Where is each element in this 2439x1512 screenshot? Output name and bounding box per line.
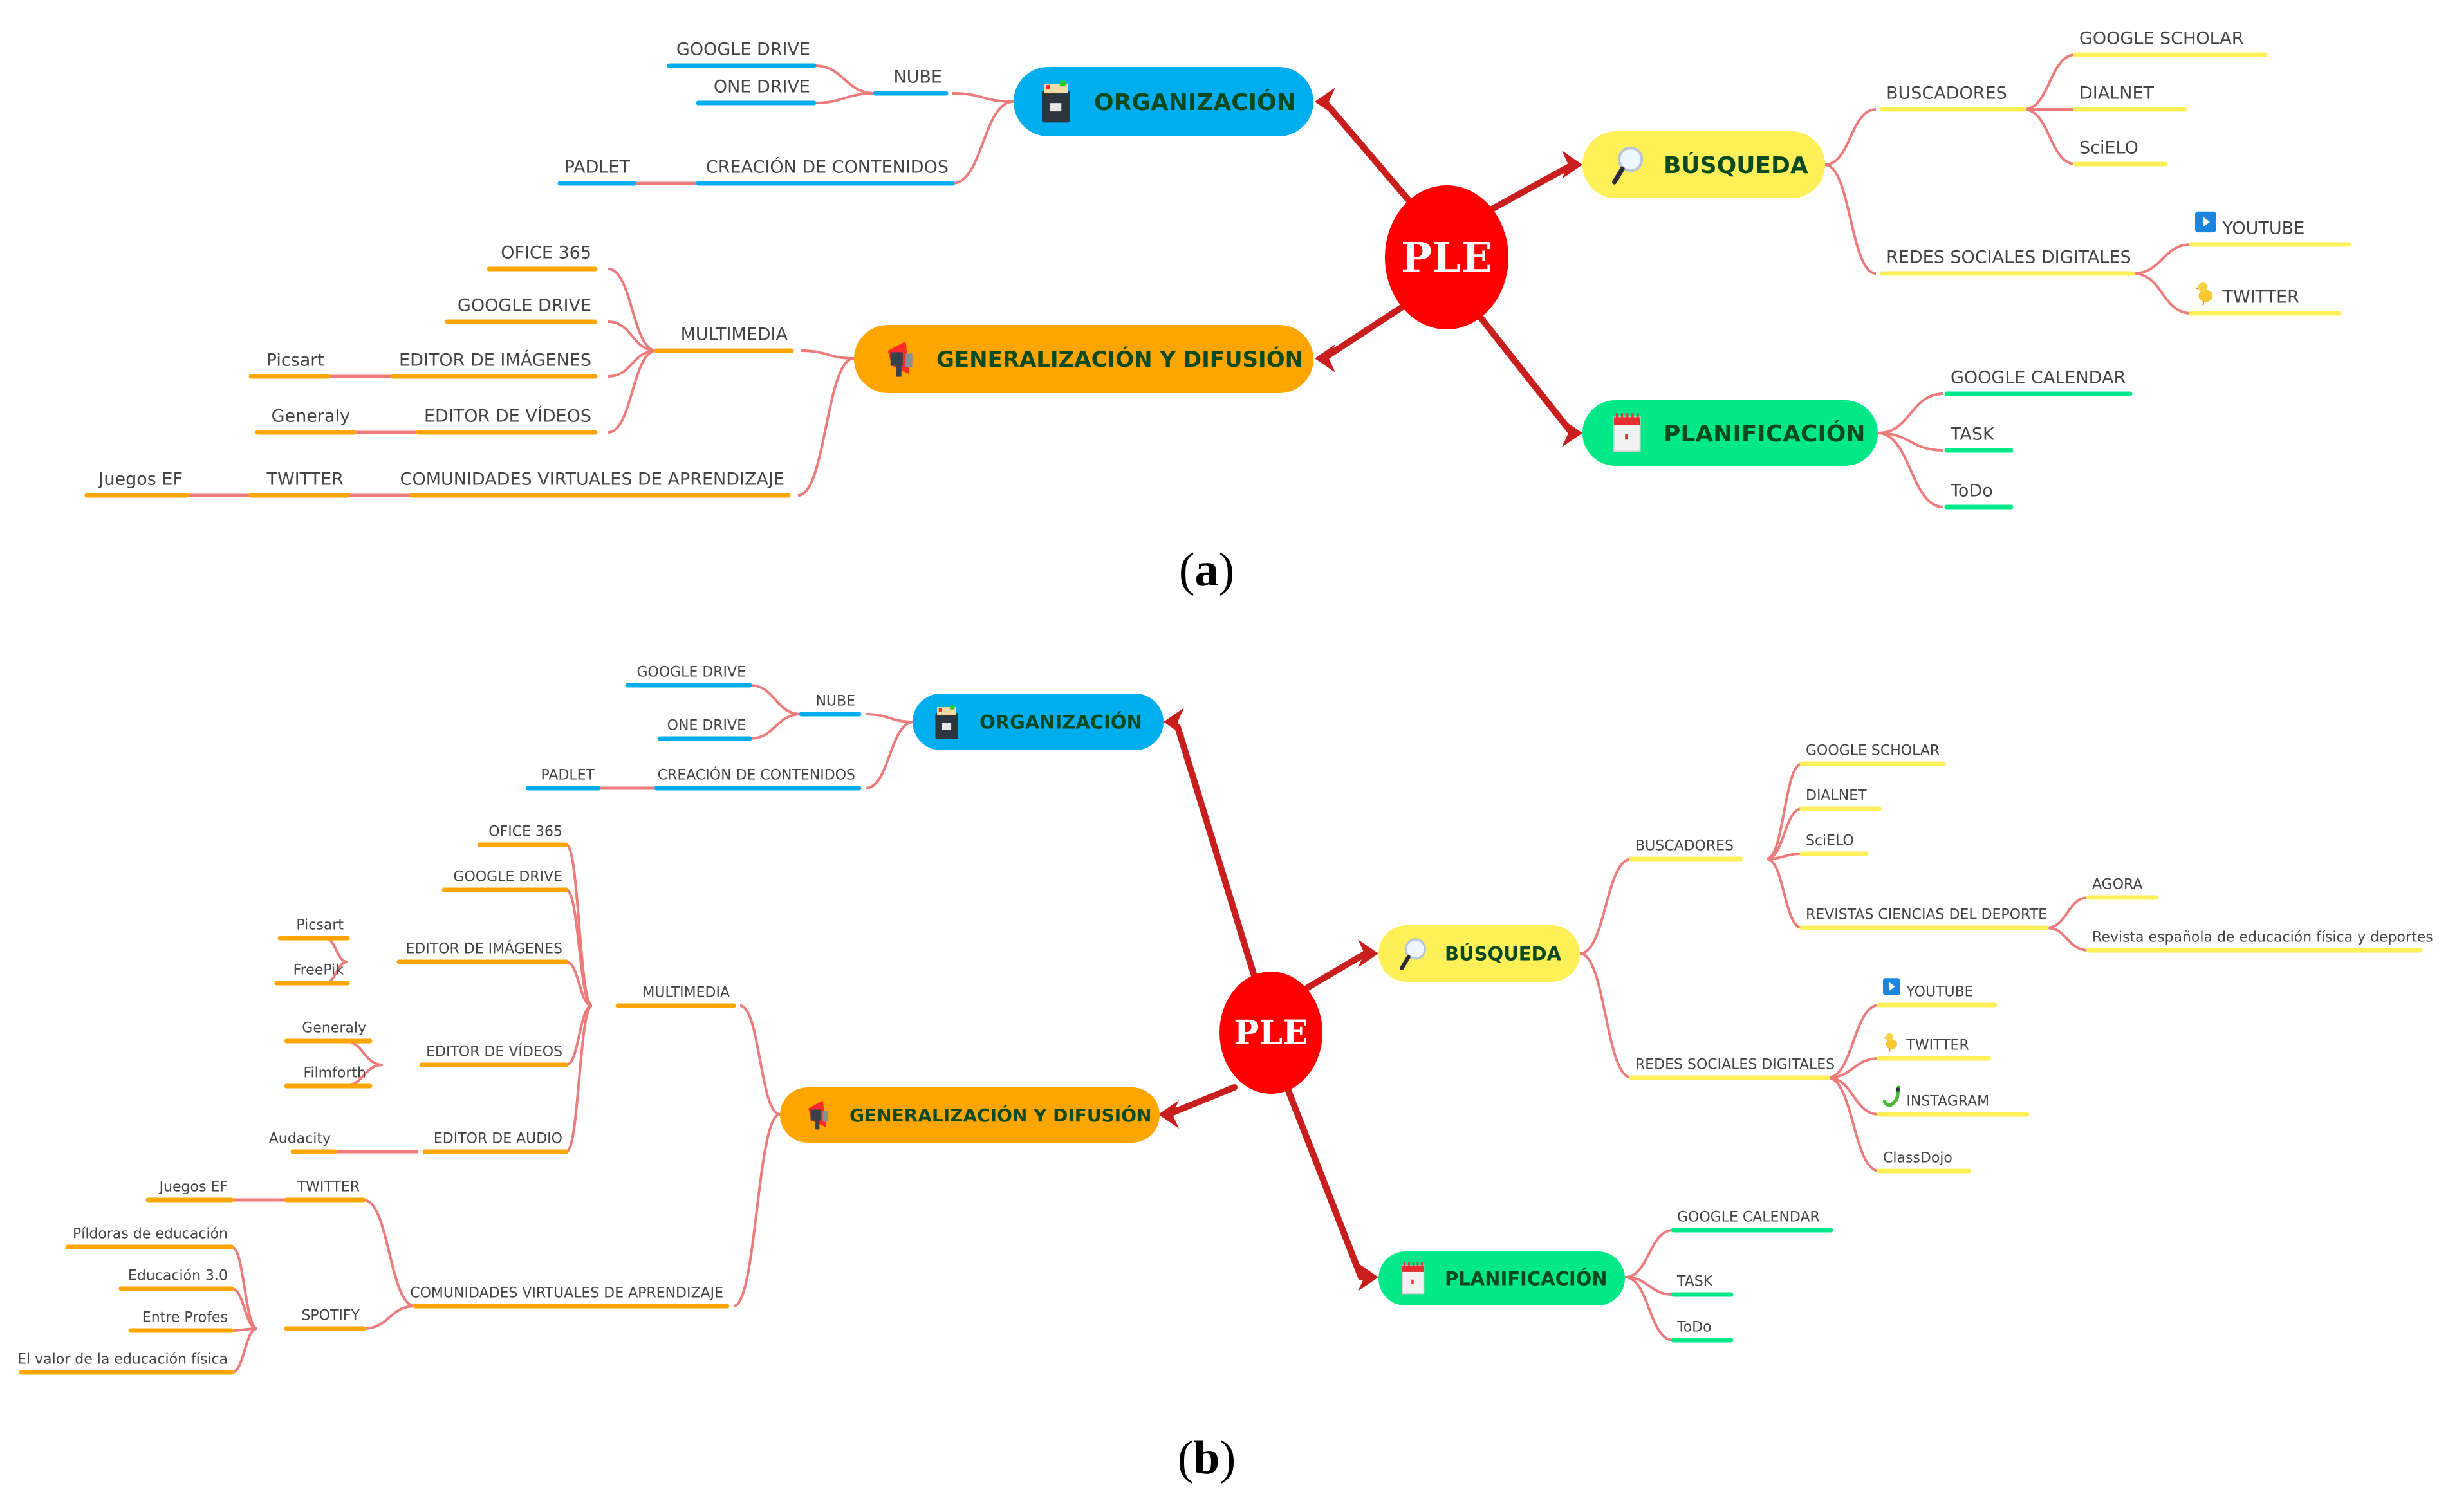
topic-label: GOOGLE DRIVE bbox=[453, 869, 562, 885]
busqueda-node[interactable]: BÚSQUEDA bbox=[1582, 131, 1825, 198]
topic-label: TWITTER bbox=[266, 469, 344, 489]
topic-label: REDES SOCIALES DIGITALES bbox=[1635, 1056, 1835, 1073]
youtube-play-icon bbox=[1883, 978, 1900, 995]
file-cabinet-icon bbox=[1042, 80, 1070, 123]
calendar-icon bbox=[1613, 413, 1641, 452]
center-node-ple[interactable]: PLE bbox=[1385, 185, 1508, 329]
generalizacion-node-label: GENERALIZACIÓN Y DIFUSIÓN bbox=[936, 346, 1303, 373]
topic-label: TASK bbox=[1676, 1273, 1713, 1289]
topic-label: TWITTER bbox=[1906, 1037, 1969, 1053]
topic-label: BUSCADORES bbox=[1886, 83, 2007, 103]
generalizacion-node-label: GENERALIZACIÓN Y DIFUSIÓN bbox=[849, 1104, 1151, 1126]
topic-label: EDITOR DE VÍDEOS bbox=[426, 1043, 562, 1060]
mind-map-figure: GOOGLE DRIVE ONE DRIVE NUBE CREACIÓN DE CON… bbox=[0, 0, 2439, 1512]
topic-label: SciELO bbox=[2079, 138, 2138, 158]
generalizacion-node[interactable]: GENERALIZACIÓN Y DIFUSIÓN bbox=[780, 1087, 1160, 1143]
topic-label: El valor de la educación física bbox=[17, 1351, 228, 1367]
topic-label: GOOGLE DRIVE bbox=[636, 664, 746, 680]
topic-label: BUSCADORES bbox=[1635, 838, 1734, 854]
planificacion-node-label: PLANIFICACIÓN bbox=[1664, 420, 1866, 447]
file-cabinet-icon bbox=[935, 705, 958, 739]
busqueda-node-label: BÚSQUEDA bbox=[1664, 152, 1808, 179]
topic-label: Píldoras de educación bbox=[73, 1226, 228, 1242]
topic-label: Educación 3.0 bbox=[128, 1268, 228, 1284]
organizacion-node[interactable]: ORGANIZACIÓN bbox=[1014, 67, 1313, 136]
planificacion-node-label: PLANIFICACIÓN bbox=[1445, 1268, 1608, 1289]
topic-label: OFICE 365 bbox=[488, 824, 562, 840]
panel-b-caption: (b) bbox=[1178, 1432, 1236, 1484]
topic-label: SciELO bbox=[1806, 833, 1854, 849]
topic-label: Generaly bbox=[302, 1020, 366, 1036]
panel-a-caption: (a) bbox=[1179, 544, 1234, 596]
topic-label: Picsart bbox=[266, 350, 324, 370]
topic-label: Audacity bbox=[269, 1130, 331, 1147]
youtube-play-icon bbox=[2195, 211, 2216, 233]
topic-label: ONE DRIVE bbox=[667, 717, 746, 733]
topic-label: Picsart bbox=[296, 917, 344, 933]
organizacion-node-label: ORGANIZACIÓN bbox=[1094, 89, 1296, 116]
topic-label: EDITOR DE IMÁGENES bbox=[399, 349, 591, 370]
center-node-ple[interactable]: PLE bbox=[1220, 972, 1322, 1094]
planificacion-node[interactable]: PLANIFICACIÓN bbox=[1582, 400, 1878, 466]
topic-label: Juegos EF bbox=[97, 469, 183, 489]
topic-label: CREACIÓN DE CONTENIDOS bbox=[706, 156, 949, 177]
topic-label: DIALNET bbox=[1806, 788, 1867, 804]
topic-label: EDITOR DE IMÁGENES bbox=[405, 940, 562, 957]
topic-label: TWITTER bbox=[2221, 287, 2299, 307]
topic-label: INSTAGRAM bbox=[1906, 1093, 1989, 1109]
topic-label: OFICE 365 bbox=[501, 243, 591, 263]
center-node-label: PLE bbox=[1401, 234, 1492, 282]
topic-label: Filmforth bbox=[303, 1065, 366, 1081]
topic-label: SPOTIFY bbox=[301, 1307, 360, 1323]
topic-label: REVISTAS CIENCIAS DEL DEPORTE bbox=[1806, 907, 2047, 923]
topic-label: Generaly bbox=[272, 406, 350, 426]
topic-label: FreePik bbox=[293, 962, 344, 978]
topic-label: GOOGLE SCHOLAR bbox=[1806, 742, 1940, 759]
topic-label: PADLET bbox=[541, 767, 595, 783]
topic-label: ONE DRIVE bbox=[714, 77, 810, 97]
topic-label: GOOGLE DRIVE bbox=[676, 39, 810, 59]
organizacion-node-label: ORGANIZACIÓN bbox=[979, 711, 1142, 733]
topic-label: NUBE bbox=[893, 67, 942, 87]
center-node-label: PLE bbox=[1234, 1013, 1308, 1053]
topic-label: TASK bbox=[1950, 424, 1995, 444]
topic-label: REDES SOCIALES DIGITALES bbox=[1886, 247, 2131, 267]
generalizacion-node[interactable]: GENERALIZACIÓN Y DIFUSIÓN bbox=[854, 325, 1313, 393]
background bbox=[0, 0, 2439, 1512]
topic-label: COMUNIDADES VIRTUALES DE APRENDIZAJE bbox=[410, 1285, 723, 1301]
topic-label: DIALNET bbox=[2079, 83, 2155, 103]
topic-label: EDITOR DE AUDIO bbox=[434, 1130, 562, 1147]
topic-label: GOOGLE DRIVE bbox=[458, 295, 591, 315]
topic-label: Entre Profes bbox=[142, 1309, 228, 1325]
busqueda-node[interactable]: BÚSQUEDA bbox=[1378, 925, 1580, 982]
topic-label: MULTIMEDIA bbox=[642, 984, 730, 1000]
topic-label: CREACIÓN DE CONTENIDOS bbox=[658, 766, 855, 783]
topic-label: PADLET bbox=[564, 157, 631, 177]
topic-label: ToDo bbox=[1676, 1319, 1712, 1335]
topic-label: EDITOR DE VÍDEOS bbox=[424, 405, 591, 426]
topic-label: MULTIMEDIA bbox=[681, 324, 788, 344]
topic-label: NUBE bbox=[815, 693, 855, 709]
topic-label: GOOGLE SCHOLAR bbox=[2079, 28, 2243, 48]
busqueda-node-label: BÚSQUEDA bbox=[1445, 943, 1562, 964]
topic-label: YOUTUBE bbox=[1906, 984, 1973, 1000]
topic-label: YOUTUBE bbox=[2221, 218, 2305, 238]
calendar-icon bbox=[1402, 1262, 1425, 1295]
topic-label: ToDo bbox=[1950, 481, 1993, 501]
topic-label: TWITTER bbox=[297, 1179, 360, 1195]
topic-label: Revista española de educación física y d… bbox=[2092, 929, 2433, 945]
planificacion-node[interactable]: PLANIFICACIÓN bbox=[1378, 1251, 1625, 1305]
topic-label: GOOGLE CALENDAR bbox=[1951, 367, 2126, 387]
topic-label: AGORA bbox=[2092, 876, 2142, 892]
topic-label: Juegos EF bbox=[158, 1179, 228, 1195]
organizacion-node[interactable]: ORGANIZACIÓN bbox=[913, 694, 1164, 750]
topic-label: ClassDojo bbox=[1883, 1150, 1952, 1166]
topic-label: COMUNIDADES VIRTUALES DE APRENDIZAJE bbox=[400, 469, 784, 489]
topic-label: GOOGLE CALENDAR bbox=[1677, 1209, 1820, 1225]
